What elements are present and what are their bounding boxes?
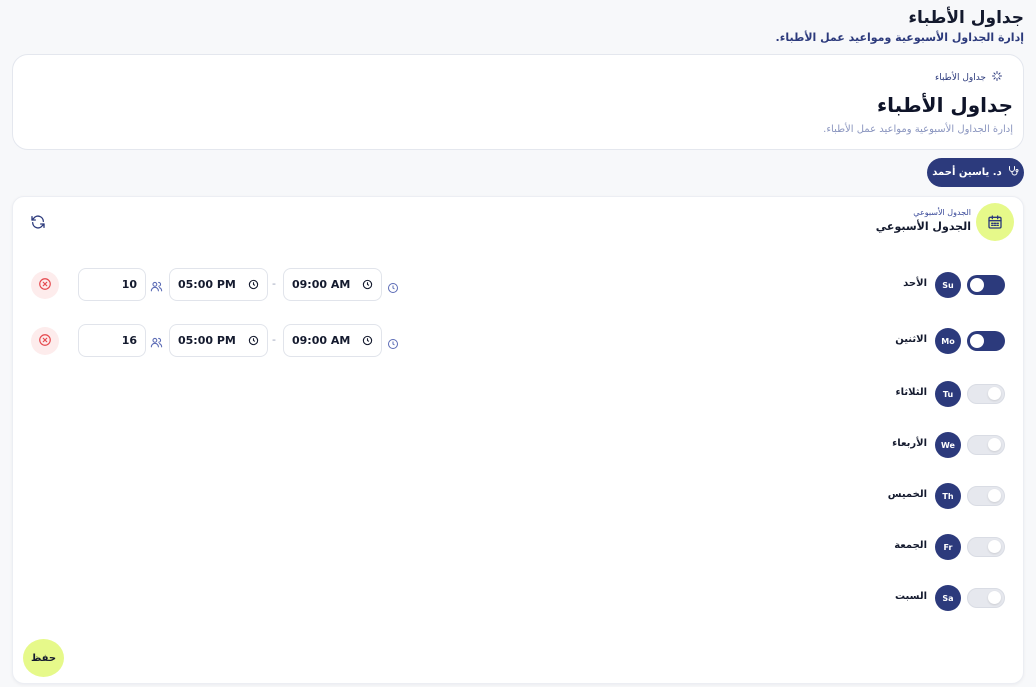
hero-breadcrumb: جداول الأطباء <box>935 70 1003 85</box>
calendar-icon <box>976 203 1014 241</box>
day-row-tuesday: Tu الثلاثاء <box>13 376 1023 412</box>
day-name: الثلاثاء <box>895 387 927 398</box>
day-toggle[interactable] <box>967 486 1005 506</box>
hero-title: جداول الأطباء <box>876 93 1013 117</box>
day-badge: Mo <box>935 328 961 354</box>
sparkle-icon <box>991 70 1003 85</box>
day-row-thursday: Th الخميس <box>13 478 1023 514</box>
day-toggle[interactable] <box>967 384 1005 404</box>
day-name: الأربعاء <box>892 438 927 449</box>
day-row-monday: Mo الاثنين 09:00 AM - 05:00 PM 16 <box>13 323 1023 359</box>
page-title: جداول الأطباء <box>908 8 1024 28</box>
day-name: الجمعة <box>894 540 927 551</box>
stethoscope-icon <box>1007 165 1019 180</box>
users-icon <box>150 278 163 297</box>
doctor-selector-button[interactable]: د. ياسين أحمد <box>927 158 1024 187</box>
page-subtitle: إدارة الجداول الأسبوعية ومواعيد عمل الأط… <box>775 31 1024 44</box>
end-time-input[interactable]: 05:00 PM <box>169 324 268 357</box>
weekly-schedule-card: الجدول الأسبوعي الجدول الأسبوعي Su الأحد… <box>12 196 1024 684</box>
day-badge: Su <box>935 272 961 298</box>
day-badge: Fr <box>935 534 961 560</box>
end-time-input[interactable]: 05:00 PM <box>169 268 268 301</box>
day-badge: Sa <box>935 585 961 611</box>
close-circle-icon <box>38 276 52 295</box>
day-row-wednesday: We الأربعاء <box>13 427 1023 463</box>
refresh-icon[interactable] <box>30 214 46 230</box>
day-badge: Th <box>935 483 961 509</box>
hero-breadcrumb-label: جداول الأطباء <box>934 72 986 83</box>
card-title: الجدول الأسبوعي <box>875 220 971 233</box>
day-row-sunday: Su الأحد 09:00 AM - 05:00 PM 10 <box>13 267 1023 303</box>
day-badge: Tu <box>935 381 961 407</box>
capacity-input[interactable]: 10 <box>78 268 146 301</box>
close-circle-icon <box>38 332 52 351</box>
page-header: جداول الأطباء إدارة الجداول الأسبوعية وم… <box>776 8 1024 44</box>
day-name: الخميس <box>887 489 927 500</box>
clock-icon <box>387 335 399 354</box>
day-toggle[interactable] <box>967 588 1005 608</box>
day-name: السبت <box>894 591 927 602</box>
remove-slot-button[interactable] <box>31 327 59 355</box>
start-time-input[interactable]: 09:00 AM <box>283 324 382 357</box>
hero-description: إدارة الجداول الأسبوعية ومواعيد عمل الأط… <box>823 124 1013 135</box>
card-label: الجدول الأسبوعي <box>913 208 971 217</box>
time-range-separator: - <box>272 277 276 290</box>
time-slot: 09:00 AM - 05:00 PM 10 <box>13 267 433 303</box>
day-toggle[interactable] <box>967 331 1005 351</box>
day-toggle[interactable] <box>967 537 1005 557</box>
users-icon <box>150 334 163 353</box>
remove-slot-button[interactable] <box>31 271 59 299</box>
day-row-saturday: Sa السبت <box>13 580 1023 616</box>
day-badge: We <box>935 432 961 458</box>
time-range-separator: - <box>272 333 276 346</box>
start-time-input[interactable]: 09:00 AM <box>283 268 382 301</box>
time-slot: 09:00 AM - 05:00 PM 16 <box>13 323 433 359</box>
save-button[interactable]: حفظ <box>23 639 64 677</box>
day-row-friday: Fr الجمعة <box>13 529 1023 565</box>
capacity-input[interactable]: 16 <box>78 324 146 357</box>
day-toggle[interactable] <box>967 275 1005 295</box>
doctor-name: د. ياسين أحمد <box>932 167 1002 178</box>
hero-card: جداول الأطباء جداول الأطباء إدارة الجداو… <box>12 54 1024 150</box>
day-toggle[interactable] <box>967 435 1005 455</box>
day-name: الأحد <box>903 278 927 289</box>
day-name: الاثنين <box>895 334 927 345</box>
clock-icon <box>387 279 399 298</box>
